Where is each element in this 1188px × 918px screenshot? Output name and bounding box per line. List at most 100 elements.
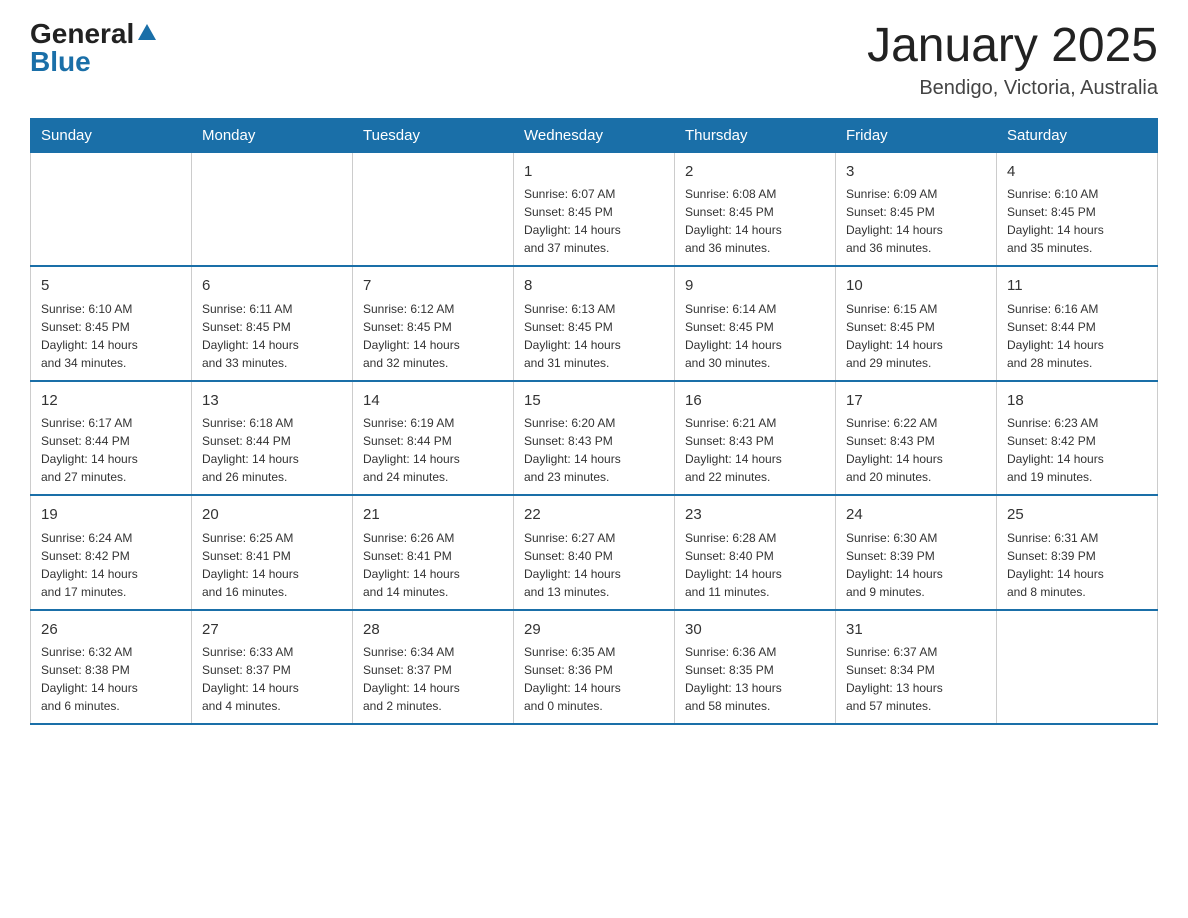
- day-info: Sunrise: 6:21 AMSunset: 8:43 PMDaylight:…: [685, 414, 825, 486]
- day-number: 21: [363, 504, 503, 527]
- day-number: 11: [1007, 275, 1147, 298]
- day-info: Sunrise: 6:08 AMSunset: 8:45 PMDaylight:…: [685, 185, 825, 257]
- day-info: Sunrise: 6:22 AMSunset: 8:43 PMDaylight:…: [846, 414, 986, 486]
- day-info: Sunrise: 6:32 AMSunset: 8:38 PMDaylight:…: [41, 643, 181, 715]
- calendar-cell: 23Sunrise: 6:28 AMSunset: 8:40 PMDayligh…: [675, 495, 836, 610]
- day-info: Sunrise: 6:19 AMSunset: 8:44 PMDaylight:…: [363, 414, 503, 486]
- calendar-cell: 21Sunrise: 6:26 AMSunset: 8:41 PMDayligh…: [353, 495, 514, 610]
- day-info: Sunrise: 6:10 AMSunset: 8:45 PMDaylight:…: [41, 300, 181, 372]
- day-number: 31: [846, 619, 986, 642]
- day-info: Sunrise: 6:23 AMSunset: 8:42 PMDaylight:…: [1007, 414, 1147, 486]
- week-row-3: 19Sunrise: 6:24 AMSunset: 8:42 PMDayligh…: [31, 495, 1158, 610]
- day-info: Sunrise: 6:26 AMSunset: 8:41 PMDaylight:…: [363, 529, 503, 601]
- day-number: 14: [363, 390, 503, 413]
- day-info: Sunrise: 6:27 AMSunset: 8:40 PMDaylight:…: [524, 529, 664, 601]
- day-number: 28: [363, 619, 503, 642]
- calendar-table: SundayMondayTuesdayWednesdayThursdayFrid…: [30, 118, 1158, 726]
- calendar-cell: 5Sunrise: 6:10 AMSunset: 8:45 PMDaylight…: [31, 266, 192, 381]
- day-number: 3: [846, 161, 986, 184]
- day-number: 20: [202, 504, 342, 527]
- calendar-cell: 10Sunrise: 6:15 AMSunset: 8:45 PMDayligh…: [836, 266, 997, 381]
- calendar-cell: 2Sunrise: 6:08 AMSunset: 8:45 PMDaylight…: [675, 152, 836, 266]
- calendar-header-row: SundayMondayTuesdayWednesdayThursdayFrid…: [31, 118, 1158, 152]
- day-info: Sunrise: 6:31 AMSunset: 8:39 PMDaylight:…: [1007, 529, 1147, 601]
- day-info: Sunrise: 6:14 AMSunset: 8:45 PMDaylight:…: [685, 300, 825, 372]
- day-number: 29: [524, 619, 664, 642]
- calendar-cell: 18Sunrise: 6:23 AMSunset: 8:42 PMDayligh…: [997, 381, 1158, 496]
- calendar-cell: 31Sunrise: 6:37 AMSunset: 8:34 PMDayligh…: [836, 610, 997, 725]
- day-number: 30: [685, 619, 825, 642]
- header-monday: Monday: [192, 118, 353, 152]
- day-info: Sunrise: 6:24 AMSunset: 8:42 PMDaylight:…: [41, 529, 181, 601]
- header-sunday: Sunday: [31, 118, 192, 152]
- header-tuesday: Tuesday: [353, 118, 514, 152]
- day-number: 19: [41, 504, 181, 527]
- calendar-cell: 8Sunrise: 6:13 AMSunset: 8:45 PMDaylight…: [514, 266, 675, 381]
- day-number: 2: [685, 161, 825, 184]
- calendar-cell: [353, 152, 514, 266]
- day-info: Sunrise: 6:20 AMSunset: 8:43 PMDaylight:…: [524, 414, 664, 486]
- calendar-cell: [192, 152, 353, 266]
- calendar-cell: 12Sunrise: 6:17 AMSunset: 8:44 PMDayligh…: [31, 381, 192, 496]
- day-info: Sunrise: 6:16 AMSunset: 8:44 PMDaylight:…: [1007, 300, 1147, 372]
- day-info: Sunrise: 6:34 AMSunset: 8:37 PMDaylight:…: [363, 643, 503, 715]
- week-row-0: 1Sunrise: 6:07 AMSunset: 8:45 PMDaylight…: [31, 152, 1158, 266]
- week-row-1: 5Sunrise: 6:10 AMSunset: 8:45 PMDaylight…: [31, 266, 1158, 381]
- day-info: Sunrise: 6:15 AMSunset: 8:45 PMDaylight:…: [846, 300, 986, 372]
- day-info: Sunrise: 6:12 AMSunset: 8:45 PMDaylight:…: [363, 300, 503, 372]
- day-number: 15: [524, 390, 664, 413]
- logo: General Blue: [30, 20, 158, 76]
- calendar-cell: 22Sunrise: 6:27 AMSunset: 8:40 PMDayligh…: [514, 495, 675, 610]
- calendar-cell: 19Sunrise: 6:24 AMSunset: 8:42 PMDayligh…: [31, 495, 192, 610]
- calendar-cell: 17Sunrise: 6:22 AMSunset: 8:43 PMDayligh…: [836, 381, 997, 496]
- day-number: 23: [685, 504, 825, 527]
- calendar-cell: 7Sunrise: 6:12 AMSunset: 8:45 PMDaylight…: [353, 266, 514, 381]
- calendar-cell: 11Sunrise: 6:16 AMSunset: 8:44 PMDayligh…: [997, 266, 1158, 381]
- calendar-cell: 14Sunrise: 6:19 AMSunset: 8:44 PMDayligh…: [353, 381, 514, 496]
- day-info: Sunrise: 6:36 AMSunset: 8:35 PMDaylight:…: [685, 643, 825, 715]
- calendar-cell: 30Sunrise: 6:36 AMSunset: 8:35 PMDayligh…: [675, 610, 836, 725]
- day-info: Sunrise: 6:28 AMSunset: 8:40 PMDaylight:…: [685, 529, 825, 601]
- header-wednesday: Wednesday: [514, 118, 675, 152]
- day-number: 12: [41, 390, 181, 413]
- calendar-cell: [997, 610, 1158, 725]
- day-number: 7: [363, 275, 503, 298]
- calendar-cell: 4Sunrise: 6:10 AMSunset: 8:45 PMDaylight…: [997, 152, 1158, 266]
- day-number: 6: [202, 275, 342, 298]
- day-number: 5: [41, 275, 181, 298]
- calendar-cell: 24Sunrise: 6:30 AMSunset: 8:39 PMDayligh…: [836, 495, 997, 610]
- day-number: 10: [846, 275, 986, 298]
- calendar-cell: 6Sunrise: 6:11 AMSunset: 8:45 PMDaylight…: [192, 266, 353, 381]
- day-number: 13: [202, 390, 342, 413]
- page-header: General Blue January 2025 Bendigo, Victo…: [30, 20, 1158, 100]
- logo-blue-text: Blue: [30, 48, 91, 76]
- day-number: 1: [524, 161, 664, 184]
- day-info: Sunrise: 6:18 AMSunset: 8:44 PMDaylight:…: [202, 414, 342, 486]
- day-info: Sunrise: 6:30 AMSunset: 8:39 PMDaylight:…: [846, 529, 986, 601]
- day-number: 8: [524, 275, 664, 298]
- day-info: Sunrise: 6:35 AMSunset: 8:36 PMDaylight:…: [524, 643, 664, 715]
- day-number: 27: [202, 619, 342, 642]
- day-info: Sunrise: 6:33 AMSunset: 8:37 PMDaylight:…: [202, 643, 342, 715]
- location-title: Bendigo, Victoria, Australia: [867, 77, 1158, 100]
- day-info: Sunrise: 6:13 AMSunset: 8:45 PMDaylight:…: [524, 300, 664, 372]
- header-saturday: Saturday: [997, 118, 1158, 152]
- calendar-cell: 29Sunrise: 6:35 AMSunset: 8:36 PMDayligh…: [514, 610, 675, 725]
- day-info: Sunrise: 6:10 AMSunset: 8:45 PMDaylight:…: [1007, 185, 1147, 257]
- header-thursday: Thursday: [675, 118, 836, 152]
- week-row-4: 26Sunrise: 6:32 AMSunset: 8:38 PMDayligh…: [31, 610, 1158, 725]
- day-number: 26: [41, 619, 181, 642]
- day-info: Sunrise: 6:25 AMSunset: 8:41 PMDaylight:…: [202, 529, 342, 601]
- header-friday: Friday: [836, 118, 997, 152]
- day-number: 18: [1007, 390, 1147, 413]
- calendar-cell: 3Sunrise: 6:09 AMSunset: 8:45 PMDaylight…: [836, 152, 997, 266]
- title-block: January 2025 Bendigo, Victoria, Australi…: [867, 20, 1158, 100]
- calendar-cell: 9Sunrise: 6:14 AMSunset: 8:45 PMDaylight…: [675, 266, 836, 381]
- day-number: 22: [524, 504, 664, 527]
- day-number: 16: [685, 390, 825, 413]
- week-row-2: 12Sunrise: 6:17 AMSunset: 8:44 PMDayligh…: [31, 381, 1158, 496]
- day-info: Sunrise: 6:11 AMSunset: 8:45 PMDaylight:…: [202, 300, 342, 372]
- day-number: 17: [846, 390, 986, 413]
- calendar-cell: 1Sunrise: 6:07 AMSunset: 8:45 PMDaylight…: [514, 152, 675, 266]
- calendar-cell: 28Sunrise: 6:34 AMSunset: 8:37 PMDayligh…: [353, 610, 514, 725]
